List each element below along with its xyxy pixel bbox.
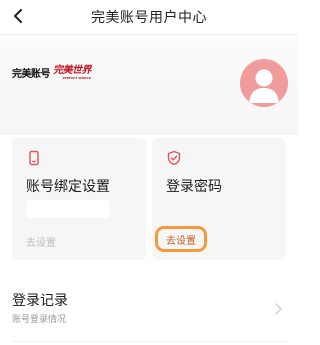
phone-icon: [29, 150, 39, 166]
avatar[interactable]: [240, 59, 288, 107]
user-avatar-icon: [249, 69, 279, 103]
password-settings-link[interactable]: 去设置: [155, 226, 207, 252]
login-record-subtitle: 账号登录情况: [12, 315, 67, 325]
perfect-world-logo: 完美世界 PERFECT WORLD: [53, 64, 92, 80]
row-divider: [12, 341, 286, 342]
login-record-row[interactable]: 登录记录 账号登录情况: [0, 282, 298, 334]
page-title: 完美账号用户中心: [91, 10, 207, 26]
perfect-world-logo-text: 完美世界: [53, 64, 92, 76]
binding-info-placeholder: [26, 200, 110, 218]
binding-settings-title: 账号绑定设置: [26, 179, 110, 195]
login-record-title: 登录记录: [12, 293, 68, 309]
login-password-title: 登录密码: [166, 179, 222, 195]
shield-check-icon: [167, 150, 181, 166]
binding-settings-link[interactable]: 去设置: [26, 234, 56, 249]
top-bar: 完美账号用户中心: [0, 0, 298, 34]
chevron-right-icon: [275, 303, 282, 315]
binding-settings-card[interactable]: 账号绑定设置 去设置: [12, 138, 146, 260]
brand-logo: 完美账号 完美世界 PERFECT WORLD: [12, 64, 92, 80]
account-logo-text: 完美账号: [12, 69, 51, 80]
login-password-card[interactable]: 登录密码 去设置: [152, 138, 286, 260]
perfect-world-logo-subtext: PERFECT WORLD: [62, 75, 91, 80]
